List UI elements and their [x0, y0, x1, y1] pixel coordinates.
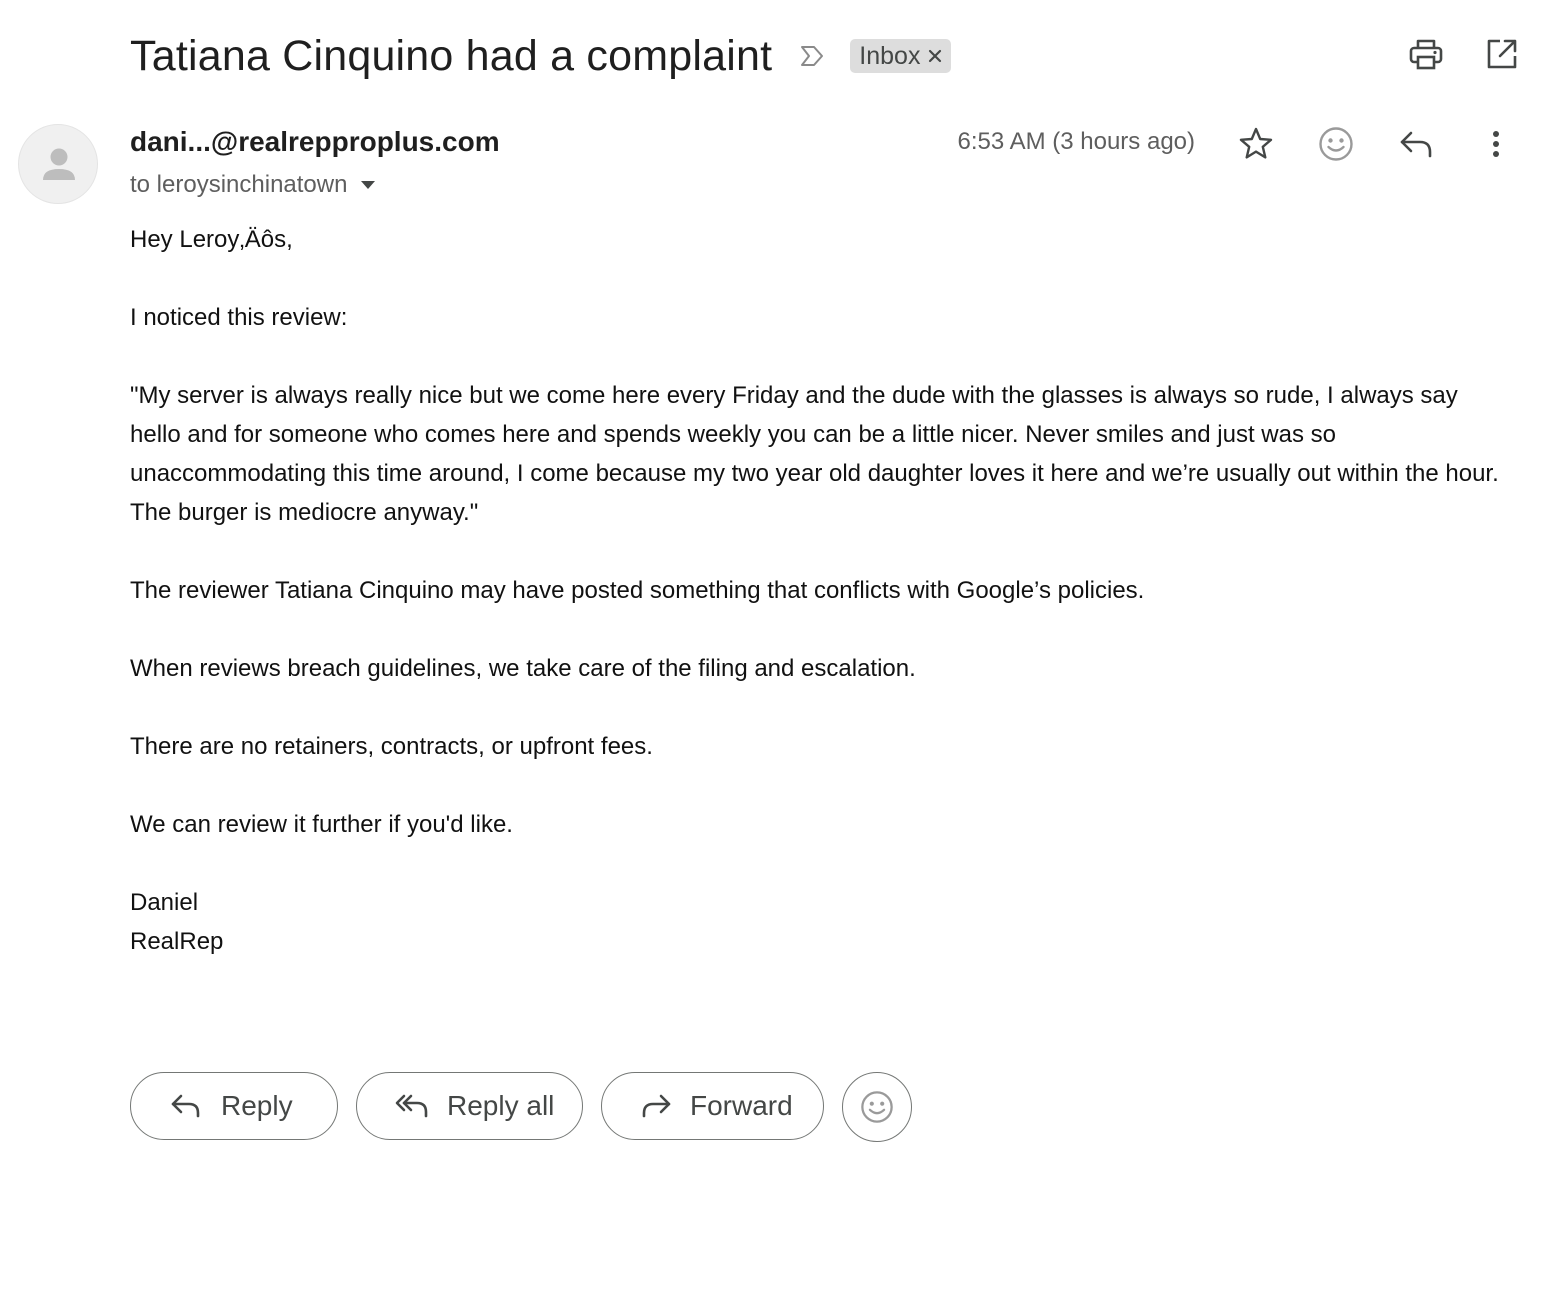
show-details-icon[interactable] — [359, 176, 377, 194]
reply-bar: Reply Reply all Forward — [130, 1072, 912, 1142]
email-subject: Tatiana Cinquino had a complaint — [130, 31, 773, 80]
reply-all-button[interactable]: Reply all — [356, 1072, 583, 1140]
forward-button-label: Forward — [690, 1090, 793, 1121]
policy-note: The reviewer Tatiana Cinquino may have p… — [130, 577, 1145, 604]
reply-icon — [169, 1089, 203, 1123]
forward-icon — [640, 1089, 672, 1123]
reply-button-label: Reply — [221, 1090, 293, 1121]
message-body: Hey Leroy‚Äôs, I noticed this review: "M… — [130, 220, 1500, 961]
emoji-reaction-icon[interactable] — [1316, 124, 1356, 164]
recipient-row: to leroysinchinatown — [130, 170, 377, 200]
signature-company: RealRep — [130, 928, 224, 955]
emoji-reaction-button[interactable] — [842, 1072, 912, 1142]
more-vertical-icon[interactable] — [1476, 124, 1516, 164]
reply-button[interactable]: Reply — [130, 1072, 338, 1140]
sender-avatar[interactable] — [18, 124, 98, 204]
reply-all-button-label: Reply all — [447, 1090, 555, 1121]
subject-row: Tatiana Cinquino had a complaint Inbox — [130, 26, 952, 86]
fees-text: There are no retainers, contracts, or up… — [130, 733, 653, 760]
star-icon[interactable] — [1236, 124, 1276, 164]
sender-address[interactable]: dani...@realrepproplus.com — [130, 126, 500, 158]
review-quote: "My server is always really nice but we … — [130, 382, 1499, 526]
offer-text: We can review it further if you'd like. — [130, 811, 513, 838]
message-timestamp: 6:53 AM (3 hours ago) — [957, 128, 1195, 155]
emoji-icon — [861, 1091, 893, 1123]
forward-button[interactable]: Forward — [601, 1072, 824, 1140]
reply-all-icon — [395, 1089, 429, 1123]
message-actions — [1236, 124, 1516, 164]
signature-name: Daniel — [130, 889, 199, 916]
greeting: Hey Leroy‚Äôs, — [130, 226, 293, 253]
intro-text: I noticed this review: — [130, 304, 348, 331]
important-marker-icon[interactable] — [798, 42, 826, 70]
reply-icon[interactable] — [1396, 124, 1436, 164]
inbox-label-chip: Inbox — [850, 39, 952, 73]
service-text: When reviews breach guidelines, we take … — [130, 655, 916, 682]
thread-actions — [1408, 36, 1520, 72]
open-in-new-window-icon[interactable] — [1484, 36, 1520, 72]
label-chip-text: Inbox — [859, 41, 921, 70]
print-icon[interactable] — [1408, 36, 1444, 72]
remove-label-icon[interactable] — [927, 48, 943, 64]
recipient-text: to leroysinchinatown — [130, 171, 348, 198]
